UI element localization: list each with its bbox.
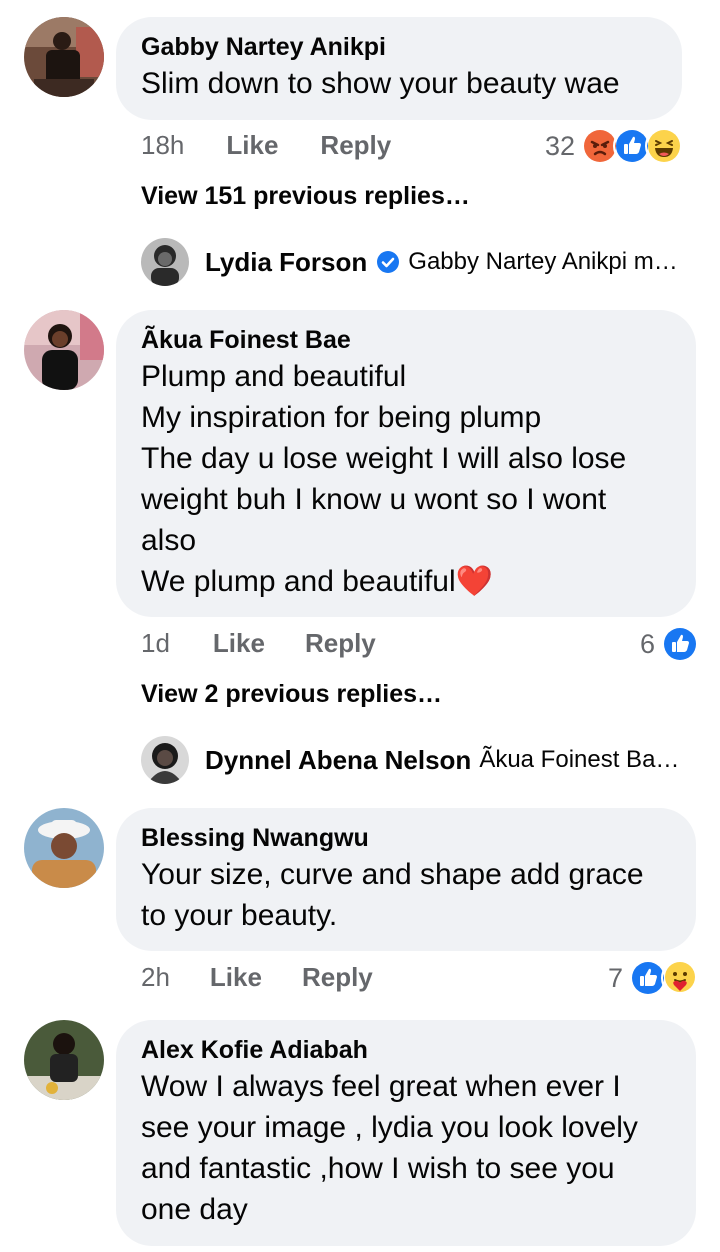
reaction-count: 6 <box>640 628 656 659</box>
comment-time[interactable]: 1d <box>141 628 170 659</box>
comment-time[interactable]: 18h <box>141 130 184 161</box>
reply-preview: Ãkua Foinest Ba… <box>479 746 680 773</box>
comment-text: Wow I always feel great when ever I see … <box>141 1070 638 1226</box>
like-button[interactable]: Like <box>210 962 262 993</box>
avatar[interactable] <box>24 808 104 888</box>
view-previous-replies[interactable]: View 2 previous replies… <box>141 680 442 709</box>
comment-meta: 1d Like Reply <box>141 628 376 659</box>
reaction-count: 32 <box>545 130 576 161</box>
reply-preview: Gabby Nartey Anikpi m… <box>408 248 678 275</box>
avatar[interactable] <box>24 310 104 390</box>
latest-reply[interactable]: Lydia Forson Gabby Nartey Anikpi m… <box>141 238 678 286</box>
comment-meta: 18h Like Reply <box>141 130 391 161</box>
avatar[interactable] <box>24 17 104 97</box>
reactions-summary[interactable]: 32 <box>545 127 684 165</box>
avatar[interactable] <box>141 736 189 784</box>
like-button[interactable]: Like <box>226 130 278 161</box>
comment-author[interactable]: Gabby Nartey Anikpi <box>141 31 656 63</box>
view-previous-replies[interactable]: View 151 previous replies… <box>141 182 470 211</box>
comment-bubble: Ãkua Foinest Bae Plump and beautiful My … <box>116 310 696 617</box>
reaction-count: 7 <box>608 962 624 993</box>
reactions-summary[interactable]: 6 <box>640 625 700 663</box>
reply-author[interactable]: Lydia Forson <box>205 247 367 278</box>
reply-button[interactable]: Reply <box>320 130 391 161</box>
reply-button[interactable]: Reply <box>305 628 376 659</box>
comment-text-body: Plump and beautiful My inspiration for b… <box>141 360 627 598</box>
comment-text: Slim down to show your beauty wae <box>141 67 620 100</box>
comment-bubble: Gabby Nartey Anikpi Slim down to show yo… <box>116 17 682 120</box>
heart-emoji: ❤️ <box>455 565 494 598</box>
like-icon <box>661 625 700 663</box>
reply-author[interactable]: Dynnel Abena Nelson <box>205 745 471 776</box>
verified-badge-icon <box>377 251 400 273</box>
comment-bubble: Blessing Nwangwu Your size, curve and sh… <box>116 808 696 951</box>
comment-author[interactable]: Ãkua Foinest Bae <box>141 324 670 356</box>
care-icon <box>661 959 700 997</box>
latest-reply[interactable]: Dynnel Abena Nelson Ãkua Foinest Ba… <box>141 736 679 784</box>
comment-time[interactable]: 2h <box>141 962 170 993</box>
comment-meta: 2h Like Reply <box>141 962 373 993</box>
comment-bubble: Alex Kofie Adiabah Wow I always feel gre… <box>116 1020 696 1246</box>
comment-text: Plump and beautiful My inspiration for b… <box>141 356 670 602</box>
comment-author[interactable]: Blessing Nwangwu <box>141 822 670 854</box>
reactions-summary[interactable]: 7 <box>608 959 700 997</box>
reply-button[interactable]: Reply <box>302 962 373 993</box>
avatar[interactable] <box>141 238 189 286</box>
like-button[interactable]: Like <box>213 628 265 659</box>
haha-icon <box>645 127 684 165</box>
comment-author[interactable]: Alex Kofie Adiabah <box>141 1034 670 1066</box>
avatar[interactable] <box>24 1020 104 1100</box>
comment-text: Your size, curve and shape add grace to … <box>141 858 644 932</box>
